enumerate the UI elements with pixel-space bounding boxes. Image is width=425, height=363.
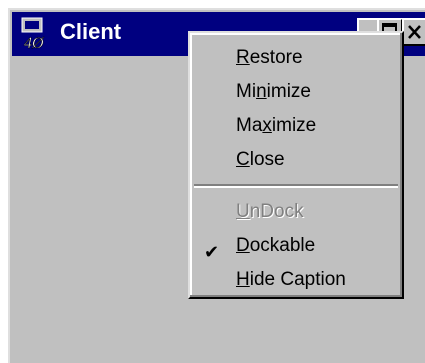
close-icon	[408, 25, 421, 39]
svg-text:4Ø: 4Ø	[24, 35, 45, 52]
window-context-menu: Restore Minimize Maximize Close UnDock ✔…	[188, 31, 404, 299]
menu-item-dockable[interactable]: Dockable	[236, 235, 315, 257]
menu-item-restore[interactable]: Restore	[236, 47, 303, 69]
checkmark-icon: ✔	[204, 242, 220, 262]
menu-item-hide-caption[interactable]: Hide Caption	[236, 269, 346, 291]
app-icon[interactable]: 4Ø	[20, 16, 56, 52]
close-button[interactable]	[402, 18, 425, 46]
menu-item-maximize[interactable]: Maximize	[236, 115, 316, 137]
window-title: Client	[60, 19, 122, 44]
menu-item-undock: UnDock	[236, 201, 304, 222]
menu-item-close[interactable]: Close	[236, 149, 285, 171]
menu-item-minimize[interactable]: Minimize	[236, 81, 311, 103]
menu-separator	[194, 184, 398, 188]
